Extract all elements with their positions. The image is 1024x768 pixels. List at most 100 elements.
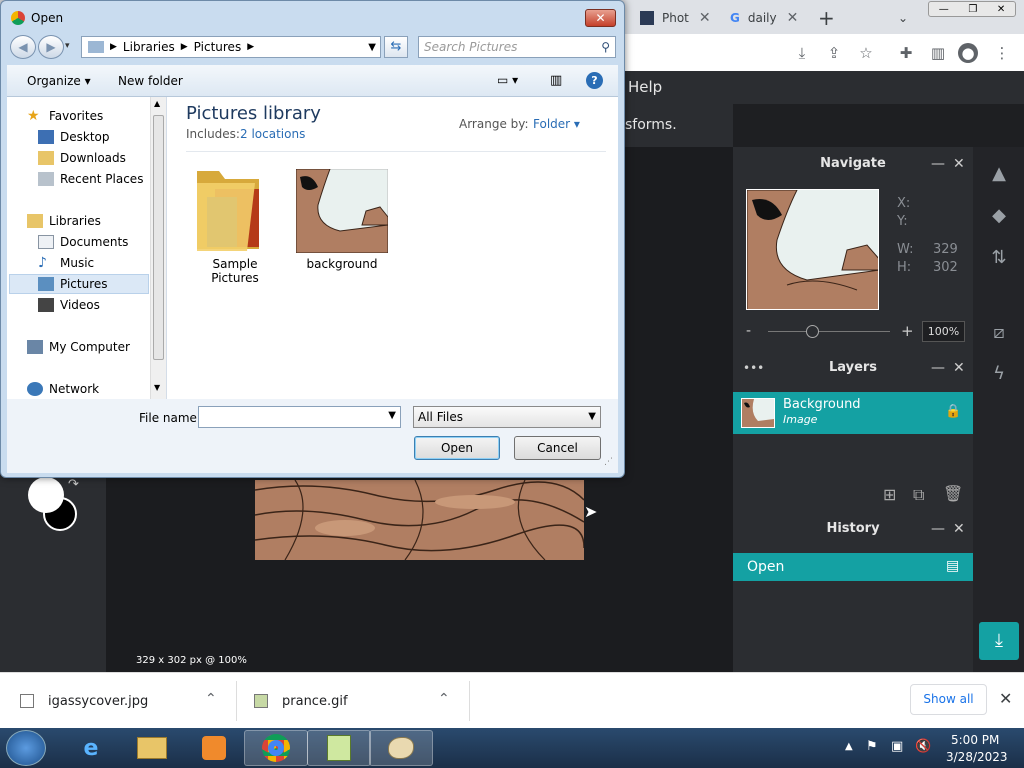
breadcrumb-pictures[interactable]: Pictures	[194, 40, 242, 54]
clock-date[interactable]: 3/28/2023	[946, 750, 1008, 764]
file-type-select[interactable]: All Files ▼	[413, 406, 601, 428]
minimize-icon[interactable]: —	[931, 360, 945, 376]
lightning-icon[interactable]: ϟ	[988, 363, 1010, 385]
foreground-color-swatch[interactable]	[28, 477, 64, 513]
close-icon[interactable]: ✕	[699, 10, 711, 26]
refresh-icon[interactable]: ⇆	[384, 36, 408, 58]
nav-pictures[interactable]: Pictures	[38, 275, 108, 293]
scroll-down-icon[interactable]: ▼	[154, 383, 160, 392]
forward-button[interactable]: ▶	[38, 35, 64, 59]
zoom-in-button[interactable]: +	[901, 322, 914, 340]
close-icon[interactable]: ✕	[787, 10, 799, 26]
recent-locations-dropdown[interactable]: ▾	[65, 41, 70, 51]
tab-search-icon[interactable]: ⌄	[898, 4, 908, 32]
show-hidden-icons[interactable]: ▲	[845, 741, 853, 752]
help-icon[interactable]: ?	[586, 72, 603, 89]
zoom-slider-handle[interactable]	[806, 325, 819, 338]
nav-my-computer[interactable]: My Computer	[27, 338, 130, 356]
add-layer-icon[interactable]: ⊞	[883, 485, 896, 504]
chevron-up-icon[interactable]: ⌃	[438, 691, 450, 707]
includes-locations-link[interactable]: 2 locations	[240, 127, 305, 141]
chevron-up-icon[interactable]: ⌃	[205, 691, 217, 707]
network-icon[interactable]: ▣	[891, 739, 903, 754]
more-options-icon[interactable]: •••	[743, 361, 764, 375]
download-item[interactable]: prance.gif	[254, 673, 348, 729]
nav-desktop[interactable]: Desktop	[38, 128, 110, 146]
new-tab-button[interactable]: +	[818, 4, 835, 32]
open-button[interactable]: Open	[414, 436, 500, 460]
new-folder-button[interactable]: New folder	[118, 74, 183, 88]
layers-icon[interactable]: ◆	[988, 205, 1010, 227]
chevron-down-icon[interactable]: ▼	[388, 410, 396, 421]
extensions-icon[interactable]: ✚	[896, 43, 916, 63]
filename-input[interactable]: ▼	[198, 406, 401, 428]
close-icon[interactable]: ✕	[953, 156, 965, 172]
navigate-icon[interactable]: ▲	[988, 163, 1010, 185]
action-center-flag-icon[interactable]: ⚑	[866, 739, 878, 754]
arrange-dropdown[interactable]: Folder ▾	[533, 117, 580, 131]
chevron-down-icon[interactable]: ▼	[368, 42, 376, 53]
navigator-thumbnail[interactable]	[746, 189, 879, 310]
nav-scrollbar[interactable]: ▲ ▼	[150, 97, 166, 399]
search-input[interactable]: Search Pictures ⚲	[418, 36, 616, 58]
tab-photopea[interactable]: Phot ✕	[640, 4, 711, 32]
duplicate-layer-icon[interactable]: ⧉	[913, 485, 924, 505]
nav-videos[interactable]: Videos	[38, 296, 100, 314]
start-button[interactable]	[6, 730, 46, 766]
change-view-icon[interactable]: ▭ ▾	[497, 73, 518, 87]
download-item[interactable]: igassycover.jpg	[20, 673, 148, 729]
organize-button[interactable]: Organize ▾	[27, 74, 91, 88]
menu-help[interactable]: Help	[628, 78, 662, 96]
nav-music[interactable]: ♪ Music	[38, 254, 94, 272]
address-bar[interactable]: ▶ Libraries ▶ Pictures ▶ ▼	[81, 36, 381, 58]
restore-icon[interactable]: ❐	[968, 4, 977, 15]
tab-google[interactable]: G daily ✕	[730, 4, 798, 32]
zoom-value[interactable]: 100%	[922, 321, 965, 342]
chrome-icon[interactable]	[244, 730, 308, 766]
profile-avatar-icon[interactable]: ●	[958, 43, 978, 63]
resize-grip-icon[interactable]: ⋰	[604, 457, 613, 467]
notepad-icon[interactable]	[307, 730, 371, 766]
paint-icon[interactable]	[369, 730, 433, 766]
breadcrumb-libraries[interactable]: Libraries	[123, 40, 175, 54]
file-explorer-icon[interactable]	[120, 730, 184, 766]
nav-libraries[interactable]: Libraries	[27, 212, 101, 230]
nav-documents[interactable]: Documents	[38, 233, 128, 251]
bookmark-star-icon[interactable]: ☆	[856, 43, 876, 63]
close-icon[interactable]: ✕	[953, 521, 965, 537]
minimize-icon[interactable]: —	[939, 4, 949, 15]
file-item-background[interactable]: background	[295, 168, 390, 273]
history-entry[interactable]: Open ▤	[733, 553, 973, 581]
minimize-icon[interactable]: —	[931, 156, 945, 172]
adjustments-icon[interactable]: ⇅	[988, 247, 1010, 269]
zoom-out-button[interactable]: -	[746, 323, 751, 339]
close-icon[interactable]: ✕	[999, 689, 1012, 708]
back-button[interactable]: ◀	[10, 35, 36, 59]
close-icon[interactable]: ✕	[953, 360, 965, 376]
trash-icon[interactable]: 🗑	[943, 484, 963, 503]
nav-recent-places[interactable]: Recent Places	[38, 170, 143, 188]
close-icon[interactable]: ✕	[585, 9, 616, 27]
close-icon[interactable]: ✕	[997, 4, 1005, 15]
resize-icon[interactable]: ⧄	[988, 322, 1010, 344]
nav-downloads[interactable]: Downloads	[38, 149, 126, 167]
side-panel-icon[interactable]: ▥	[928, 43, 948, 63]
canvas-image[interactable]	[255, 480, 584, 560]
nav-network[interactable]: Network	[27, 380, 99, 398]
scroll-up-icon[interactable]: ▲	[154, 99, 160, 108]
file-item-sample-pictures[interactable]: Sample Pictures	[189, 161, 281, 285]
preview-pane-icon[interactable]: ▥	[550, 73, 562, 88]
lock-icon[interactable]: 🔒	[945, 404, 961, 419]
internet-explorer-icon[interactable]: e	[59, 730, 123, 766]
clock-time[interactable]: 5:00 PM	[951, 733, 999, 747]
layer-row-background[interactable]: Background Image 🔒	[733, 392, 973, 434]
volume-muted-icon[interactable]: 🔇	[915, 739, 931, 754]
zoom-slider[interactable]	[768, 331, 890, 332]
install-icon[interactable]: ⤓	[792, 43, 812, 63]
download-icon[interactable]: ⤓	[979, 622, 1019, 660]
media-player-icon[interactable]	[182, 730, 246, 766]
minimize-icon[interactable]: —	[931, 521, 945, 537]
share-icon[interactable]: ⇪	[824, 43, 844, 63]
scrollbar-thumb[interactable]	[153, 115, 164, 360]
kebab-menu-icon[interactable]: ⋮	[992, 43, 1012, 63]
